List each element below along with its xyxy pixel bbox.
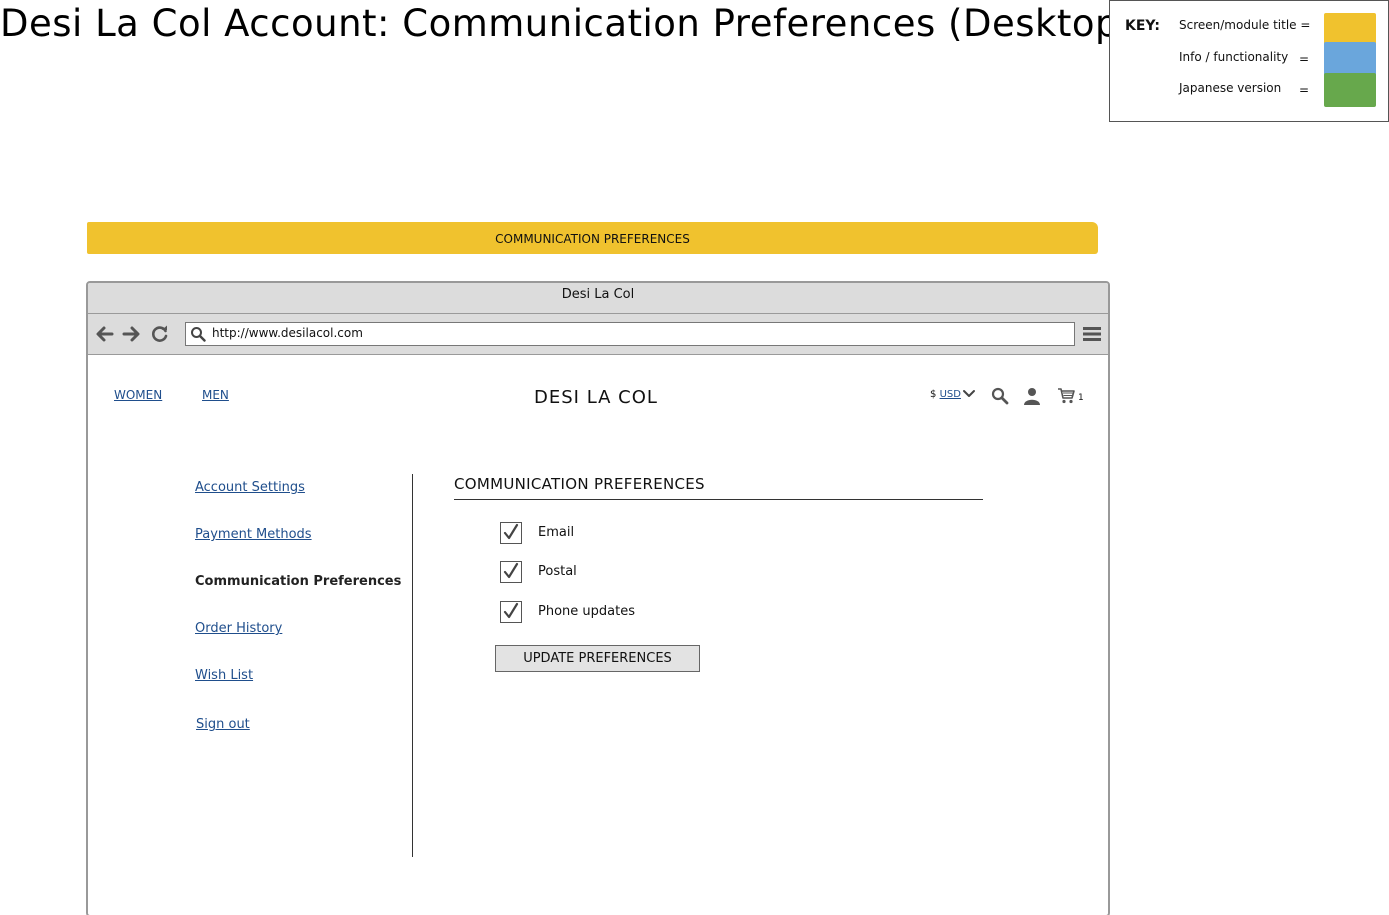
address-bar[interactable]: http://www.desilacol.com xyxy=(185,322,1075,346)
email-checkbox[interactable] xyxy=(500,522,522,544)
sidebar-item-sign-out[interactable]: Sign out xyxy=(196,717,250,732)
phone-updates-checkbox[interactable] xyxy=(500,601,522,623)
currency-symbol: $ xyxy=(930,389,937,400)
key-swatch-green xyxy=(1324,73,1376,107)
key-equals: = xyxy=(1299,52,1310,66)
cart-count-badge: 1 xyxy=(1078,393,1084,403)
search-icon[interactable] xyxy=(991,387,1009,405)
back-arrow-icon[interactable] xyxy=(95,324,115,344)
phone-updates-label: Phone updates xyxy=(538,604,635,619)
currency-code: USD xyxy=(939,389,961,400)
email-label: Email xyxy=(538,525,575,540)
site-logo[interactable]: DESI LA COL xyxy=(534,387,658,408)
hamburger-menu-icon[interactable] xyxy=(1083,326,1101,342)
chevron-down-icon[interactable] xyxy=(962,387,976,401)
user-icon[interactable] xyxy=(1023,387,1041,405)
cart-icon[interactable] xyxy=(1057,387,1075,405)
page-title: Desi La Col Account: Communication Prefe… xyxy=(0,2,1134,45)
browser-window: Desi La Col http://www.desilacol.com WOM… xyxy=(86,281,1110,915)
checkmark-icon xyxy=(503,523,519,540)
checkmark-icon xyxy=(503,562,519,579)
update-preferences-button[interactable]: UPDATE PREFERENCES xyxy=(495,645,700,672)
postal-checkbox[interactable] xyxy=(500,561,522,583)
wireframe-page: Desi La Col Account: Communication Prefe… xyxy=(0,0,1389,915)
key-swatch-blue xyxy=(1324,42,1376,76)
section-divider xyxy=(454,499,983,500)
sidebar-item-communication-preferences: Communication Preferences xyxy=(195,574,402,589)
sidebar-item-payment-methods[interactable]: Payment Methods xyxy=(195,527,312,542)
key-label: KEY: xyxy=(1125,18,1160,34)
url-text: http://www.desilacol.com xyxy=(212,326,363,340)
sidebar-item-order-history[interactable]: Order History xyxy=(195,621,282,636)
section-title: COMMUNICATION PREFERENCES xyxy=(454,475,705,493)
postal-label: Postal xyxy=(538,564,577,579)
key-item-japanese-version: Japanese version xyxy=(1179,81,1282,95)
currency-selector[interactable]: $ USD xyxy=(930,389,961,400)
color-key-legend: KEY: Screen/module title = Info / functi… xyxy=(1109,0,1389,122)
sidebar-item-account-settings[interactable]: Account Settings xyxy=(195,480,305,495)
checkmark-icon xyxy=(503,602,519,619)
nav-men[interactable]: MEN xyxy=(202,388,229,402)
refresh-icon[interactable] xyxy=(150,324,170,344)
screen-title-banner: COMMUNICATION PREFERENCES xyxy=(87,222,1098,254)
nav-women[interactable]: WOMEN xyxy=(114,388,162,402)
browser-toolbar: http://www.desilacol.com xyxy=(88,314,1108,355)
forward-arrow-icon[interactable] xyxy=(121,324,141,344)
search-icon xyxy=(191,327,206,342)
sidebar-divider xyxy=(412,474,413,857)
key-item-screen-title: Screen/module title = xyxy=(1179,18,1311,32)
browser-title-bar: Desi La Col xyxy=(88,283,1108,314)
key-item-info-functionality: Info / functionality xyxy=(1179,50,1289,64)
sidebar-item-wish-list[interactable]: Wish List xyxy=(195,668,253,683)
key-equals: = xyxy=(1299,83,1310,97)
